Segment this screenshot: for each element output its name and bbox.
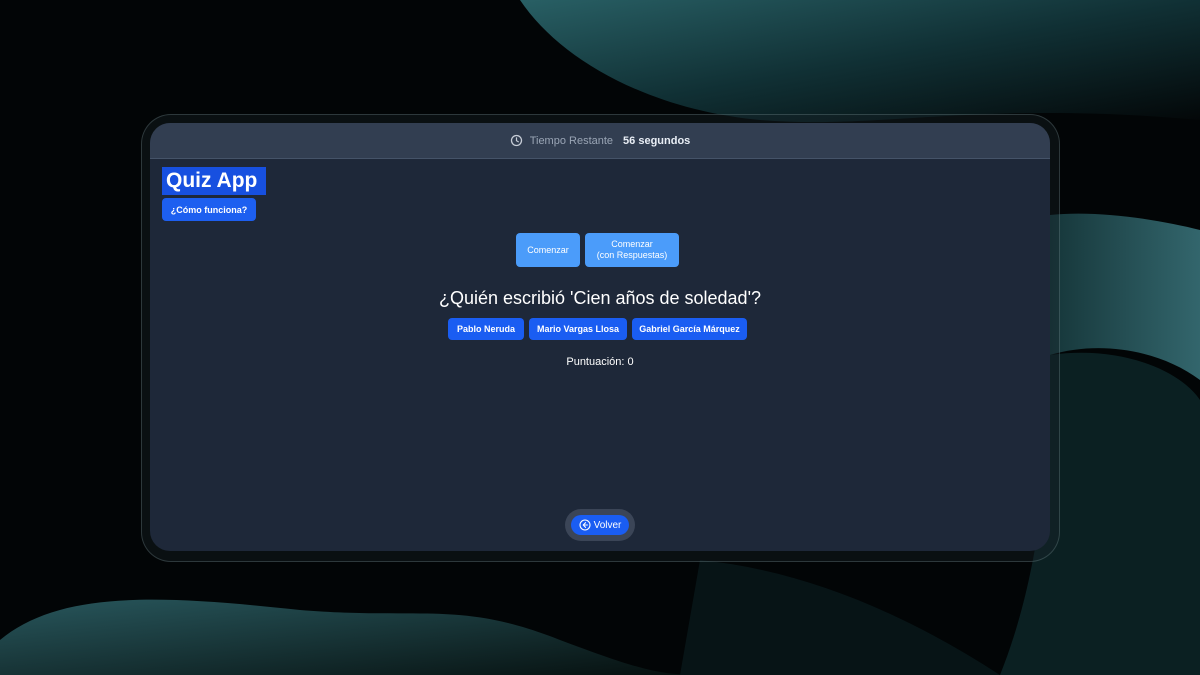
question-text: ¿Quién escribió 'Cien años de soledad'? <box>438 288 762 308</box>
timer-label: Tiempo Restante <box>529 134 614 147</box>
start-with-answers-line1: Comenzar <box>611 239 653 249</box>
arrow-left-circle-icon <box>579 519 591 531</box>
clock-icon <box>510 134 523 147</box>
answer-button-pablo-neruda[interactable]: Pablo Neruda <box>448 318 524 340</box>
timer-value: 56 segundos <box>623 134 691 147</box>
how-it-works-button[interactable]: ¿Cómo funciona? <box>162 198 256 221</box>
start-button-label: Comenzar <box>527 244 569 255</box>
start-with-answers-line2: (con Respuestas) <box>596 250 668 260</box>
start-button[interactable]: Comenzar <box>516 233 580 267</box>
start-with-answers-button[interactable]: Comenzar (con Respuestas) <box>585 233 679 267</box>
back-button[interactable]: Volver <box>571 515 629 535</box>
score-text: Puntuación: 0 <box>566 356 634 368</box>
back-button-label: Volver <box>593 519 622 531</box>
answer-button-mario-vargas-llosa[interactable]: Mario Vargas Llosa <box>529 318 627 340</box>
timer-bar: Tiempo Restante 56 segundos <box>150 123 1050 159</box>
app-window: Tiempo Restante 56 segundos Quiz App ¿Có… <box>150 123 1050 551</box>
answer-button-gabriel-garcia-marquez[interactable]: Gabriel García Márquez <box>632 318 747 340</box>
app-title: Quiz App <box>162 167 266 195</box>
